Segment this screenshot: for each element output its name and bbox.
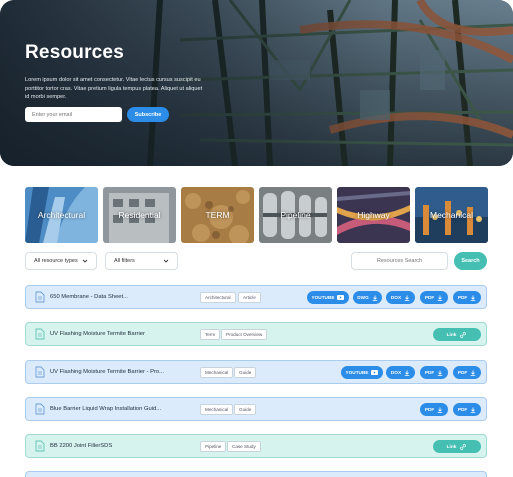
download-icon: [404, 370, 410, 376]
subscribe-button[interactable]: Subscribe: [127, 107, 169, 122]
category-tile-term[interactable]: TERM: [181, 187, 254, 243]
document-icon: [35, 291, 45, 303]
dox-download-button[interactable]: DOX: [386, 366, 415, 379]
youtube-label: YOUTUBE: [311, 295, 335, 300]
link-button[interactable]: Link: [433, 328, 481, 341]
category-label: Residential: [118, 210, 161, 220]
resource-row[interactable]: BB 2200 Joint FillerSDS Pipeline Case St…: [25, 434, 487, 458]
link-button[interactable]: Link: [433, 440, 481, 453]
resource-search-input[interactable]: [351, 252, 448, 270]
resource-tag: Article: [238, 292, 261, 303]
pdf-download-button[interactable]: PDF: [420, 366, 448, 379]
youtube-button[interactable]: YOUTUBE: [307, 291, 349, 304]
link-label: Link: [446, 444, 457, 449]
filter-value: All filters: [114, 258, 135, 264]
pdf-download-button[interactable]: PDF: [420, 403, 448, 416]
download-icon: [437, 295, 443, 301]
resource-tag: Product Overview: [221, 329, 268, 340]
youtube-label: YOUTUBE: [345, 370, 369, 375]
dwg-download-button[interactable]: DWG: [353, 291, 382, 304]
pdf-label: PDF: [424, 295, 435, 300]
dwg-label: DWG: [357, 295, 369, 300]
pdf-label: PDF: [424, 370, 435, 375]
hero-description: Lorem ipsum dolor sit amet consectetur. …: [25, 77, 203, 101]
dox-label: DOX: [390, 370, 402, 375]
pdf-label: PDF: [424, 407, 435, 412]
resource-tag: Mechanical: [200, 404, 234, 415]
resource-title: BB 2200 Joint FillerSDS: [50, 443, 113, 449]
page-title: Resources: [25, 42, 124, 63]
search-button[interactable]: Search: [454, 252, 487, 270]
download-icon: [404, 295, 410, 301]
download-icon: [437, 370, 443, 376]
download-icon: [470, 370, 476, 376]
resource-type-select[interactable]: All resource types: [25, 252, 97, 270]
play-icon: [371, 370, 379, 375]
resource-tag: Mechanical: [200, 367, 234, 378]
resource-tag: Pipeline: [200, 441, 227, 452]
category-label: Mechanical: [430, 210, 473, 220]
download-icon: [470, 295, 476, 301]
category-label: Highway: [357, 210, 390, 220]
play-icon: [337, 295, 345, 300]
chevron-down-icon: [82, 259, 88, 263]
category-tile-highway[interactable]: Highway: [337, 187, 410, 243]
resource-title: 650 Membrane - Data Sheet...: [50, 294, 128, 300]
resource-tag: Guide: [234, 404, 257, 415]
pdf-download-button[interactable]: PDF: [453, 291, 481, 304]
resource-tag: Case Study: [227, 441, 261, 452]
dox-download-button[interactable]: DOX: [386, 291, 415, 304]
resource-tag: Architectural: [200, 292, 236, 303]
document-icon: [35, 440, 45, 452]
pdf-download-button[interactable]: PDF: [453, 403, 481, 416]
resource-title: UV Flashing Moisture Termite Barrier - P…: [50, 369, 164, 375]
youtube-button[interactable]: YOUTUBE: [341, 366, 383, 379]
filter-select[interactable]: All filters: [105, 252, 178, 270]
category-label: Pipeline: [280, 210, 311, 220]
pdf-label: PDF: [457, 370, 468, 375]
category-tile-residential[interactable]: Residential: [103, 187, 176, 243]
pdf-label: PDF: [457, 295, 468, 300]
category-label: TERM: [205, 210, 230, 220]
resource-row[interactable]: Blue Barrier Liquid Wrap Installation Gu…: [25, 397, 487, 421]
category-tile-architectural[interactable]: Architectural: [25, 187, 98, 243]
resource-tag: Guide: [234, 367, 257, 378]
download-icon: [470, 407, 476, 413]
link-icon: [460, 331, 467, 338]
link-label: Link: [446, 332, 457, 337]
dox-label: DOX: [390, 295, 402, 300]
pdf-label: PDF: [457, 407, 468, 412]
category-tile-pipeline[interactable]: Pipeline: [259, 187, 332, 243]
resource-type-value: All resource types: [34, 258, 78, 264]
email-input[interactable]: [25, 107, 122, 122]
resource-title: UV Flashing Moisture Termite Barrier: [50, 331, 145, 337]
resource-tag: Term: [200, 329, 221, 340]
resource-row[interactable]: [25, 471, 487, 477]
hero-banner: Resources Lorem ipsum dolor sit amet con…: [0, 0, 513, 166]
link-icon: [460, 443, 467, 450]
download-icon: [372, 295, 377, 301]
category-tiles: Architectural Residential TERM Pipeline …: [25, 187, 488, 243]
category-label: Architectural: [37, 210, 86, 220]
chevron-down-icon: [163, 259, 169, 263]
document-icon: [35, 328, 45, 340]
category-tile-mechanical[interactable]: Mechanical: [415, 187, 488, 243]
resources-page: Resources Lorem ipsum dolor sit amet con…: [0, 0, 513, 477]
pdf-download-button[interactable]: PDF: [453, 366, 481, 379]
resource-row[interactable]: UV Flashing Moisture Termite Barrier Ter…: [25, 322, 487, 346]
pdf-download-button[interactable]: PDF: [420, 291, 448, 304]
download-icon: [437, 407, 443, 413]
resource-title: Blue Barrier Liquid Wrap Installation Gu…: [50, 406, 162, 412]
document-icon: [35, 366, 45, 378]
resource-row[interactable]: 650 Membrane - Data Sheet... Architectur…: [25, 285, 487, 309]
document-icon: [35, 403, 45, 415]
resource-row[interactable]: UV Flashing Moisture Termite Barrier - P…: [25, 360, 487, 384]
